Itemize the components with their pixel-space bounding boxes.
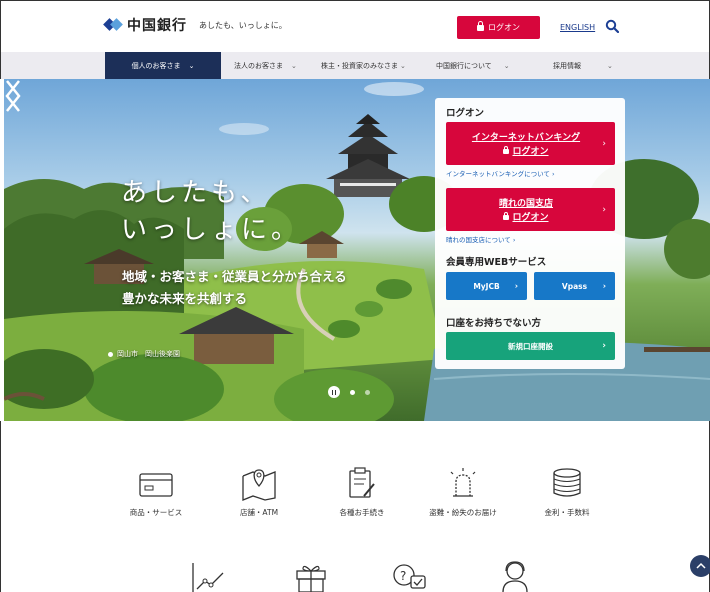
- vpass-label: Vpass: [561, 281, 588, 291]
- ib-about-link[interactable]: インターネットバンキングについて ›: [446, 168, 555, 178]
- service-label: 店舗・ATM: [239, 508, 279, 517]
- alarm-light-icon: [450, 468, 476, 497]
- slider-next-arrow-icon[interactable]: [4, 79, 22, 113]
- chevron-right-icon: ›: [602, 138, 606, 149]
- hare-label-line2: ログオン: [512, 213, 549, 223]
- coins-icon: [553, 468, 581, 497]
- chevron-down-icon: ⌄: [188, 61, 195, 70]
- myjcb-label: MyJCB: [473, 281, 500, 291]
- logon-heading: ログオン: [446, 108, 485, 119]
- chevron-right-icon: ›: [602, 341, 606, 351]
- nav-item-personal[interactable]: 個人のお客さま ⌄: [105, 52, 221, 79]
- open-account-label: 新規口座開設: [508, 341, 553, 351]
- nav-item-recruit[interactable]: 採用情報 ⌄: [553, 52, 613, 79]
- vpass-button[interactable]: Vpass ›: [534, 272, 615, 300]
- hare-branch-logon-button[interactable]: 晴れの国支店 ログオン ›: [446, 188, 615, 231]
- chevron-down-icon: ⌄: [607, 61, 613, 70]
- chart-line-icon[interactable]: [189, 561, 229, 592]
- logo-text: 中国銀行: [127, 18, 187, 34]
- hare-label-line1: 晴れの国支店: [498, 199, 553, 209]
- logon-panel: ログオン インターネットバンキング ログオン › インターネットバンキングについ…: [435, 98, 625, 369]
- bank-logo[interactable]: 中国銀行 あしたも、いっしょに。: [103, 15, 287, 35]
- header-logon-button[interactable]: ログオン: [457, 16, 540, 39]
- service-item-procedures[interactable]: 各種お手続き: [312, 466, 412, 518]
- lock-icon: [477, 20, 484, 31]
- hero-subtitle-line: 地域・お客さま・従業員と分かち合える: [122, 269, 347, 284]
- chevron-right-icon: ›: [602, 281, 606, 291]
- nav-item-label: 法人のお客さま: [234, 61, 283, 70]
- internet-banking-logon-button[interactable]: インターネットバンキング ログオン ›: [446, 122, 615, 165]
- nav-item-label: 中国銀行について: [436, 61, 492, 70]
- svg-text:?: ?: [400, 569, 406, 583]
- chevron-down-icon: ⌄: [400, 61, 406, 70]
- photo-caption-text: 岡山市 岡山後楽園: [117, 350, 180, 358]
- clipboard-pen-icon: [349, 467, 375, 498]
- hero-subtitle: 地域・お客さま・従業員と分かち合える 豊かな未来を共創する: [122, 266, 347, 310]
- service-label: 各種お手続き: [339, 508, 385, 517]
- nav-item-about[interactable]: 中国銀行について ⌄: [436, 52, 510, 79]
- photo-caption: 岡山市 岡山後楽園: [108, 349, 180, 359]
- logo-mark-icon: [103, 16, 123, 34]
- header-logon-label: ログオン: [488, 23, 520, 32]
- open-account-button[interactable]: 新規口座開設 ›: [446, 332, 615, 360]
- hero-title-line: いっしょに。: [121, 215, 302, 245]
- hare-about-link[interactable]: 晴れの国支店について ›: [446, 234, 515, 244]
- service-label: 盗難・紛失のお届け: [429, 508, 497, 517]
- service-item-theft-loss[interactable]: 盗難・紛失のお届け: [413, 466, 513, 518]
- hero-title-line: あしたも、: [121, 178, 271, 208]
- slider-dot[interactable]: [365, 389, 370, 395]
- location-pin-icon: [108, 351, 113, 357]
- no-account-heading: 口座をお持ちでない方: [446, 318, 542, 329]
- hero-title: あしたも、 いっしょに。: [121, 175, 301, 249]
- service-label: 金利・手数料: [544, 508, 590, 517]
- chevron-down-icon: ⌄: [291, 61, 297, 70]
- pause-icon[interactable]: [328, 386, 340, 398]
- ib-label-line2: ログオン: [512, 147, 549, 157]
- tagline: あしたも、いっしょに。: [199, 20, 287, 30]
- hero-subtitle-line: 豊かな未来を共創する: [122, 291, 248, 306]
- chevron-up-icon: [696, 562, 706, 569]
- gift-icon[interactable]: [291, 561, 331, 592]
- nav-item-label: 個人のお客さま: [131, 61, 181, 70]
- service-item-branch-atm[interactable]: 店舗・ATM: [209, 466, 309, 518]
- nav-item-corporate[interactable]: 法人のお客さま ⌄: [234, 52, 297, 79]
- service-item-rates-fees[interactable]: 金利・手数料: [517, 466, 617, 518]
- chevron-right-icon: ›: [514, 281, 518, 291]
- lock-icon: [503, 146, 510, 154]
- global-nav: 個人のお客さま ⌄ 法人のお客さま ⌄ 株主・投資家のみなさま ⌄ 中国銀行につ…: [0, 52, 710, 79]
- nav-item-label: 株主・投資家のみなさま: [321, 61, 398, 70]
- english-link[interactable]: ENGLISH: [560, 23, 595, 32]
- ib-label-line1: インターネットバンキング: [471, 133, 581, 143]
- chevron-down-icon: ⌄: [503, 61, 510, 70]
- service-item-products[interactable]: 商品・サービス: [106, 469, 206, 518]
- question-chat-icon[interactable]: ?: [389, 563, 429, 592]
- lock-icon: [503, 212, 510, 220]
- slider-dot[interactable]: [350, 389, 355, 395]
- page-top-button[interactable]: [690, 555, 710, 577]
- site-header: 中国銀行 あしたも、いっしょに。 ログオン ENGLISH: [0, 0, 710, 52]
- myjcb-button[interactable]: MyJCB ›: [446, 272, 527, 300]
- slider-controls: [328, 386, 370, 398]
- map-pin-icon: [242, 469, 276, 501]
- member-services-heading: 会員専用WEBサービス: [446, 257, 547, 268]
- credit-card-icon: [139, 473, 173, 497]
- operator-icon[interactable]: [495, 559, 535, 592]
- nav-item-label: 採用情報: [553, 61, 581, 70]
- chevron-right-icon: ›: [602, 204, 606, 215]
- service-label: 商品・サービス: [129, 508, 183, 517]
- service-menu: 商品・サービス 店舗・ATM 各種お手続き 盗難・紛失のお届け 金利・手数料 ?: [0, 421, 710, 592]
- search-icon[interactable]: [605, 19, 619, 33]
- nav-item-investors[interactable]: 株主・投資家のみなさま ⌄: [321, 52, 406, 79]
